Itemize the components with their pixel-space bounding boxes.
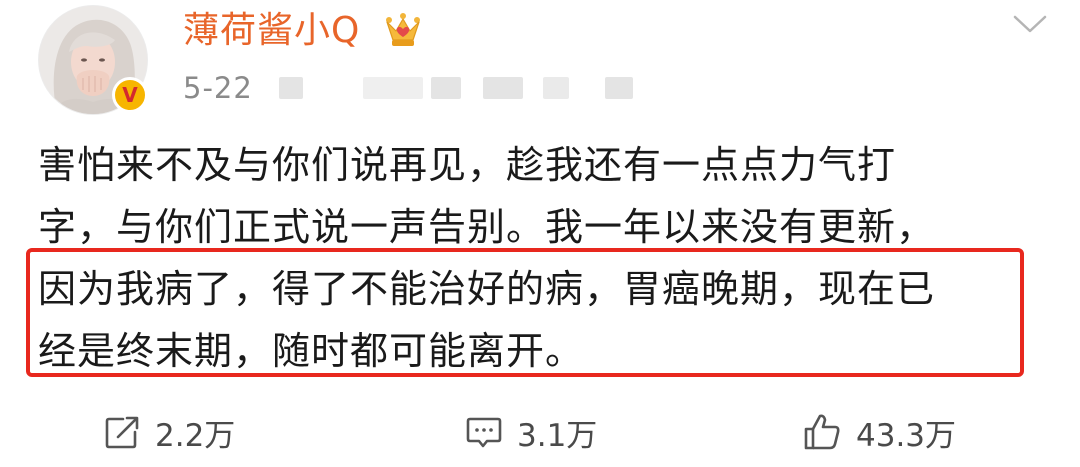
avatar-container[interactable]: V xyxy=(38,5,148,115)
post-text-line: 害怕来不及与你们说再见，趁我还有一点点力气打 xyxy=(38,143,897,187)
like-count: 43.3万 xyxy=(856,417,957,454)
redacted-meta xyxy=(542,77,569,99)
repost-count: 2.2万 xyxy=(155,417,236,454)
redacted-meta xyxy=(604,77,633,99)
redacted-meta xyxy=(362,77,423,99)
redacted-meta xyxy=(278,77,303,99)
verified-badge-icon: V xyxy=(112,77,148,113)
chevron-down-icon[interactable] xyxy=(1012,12,1048,36)
post-time: 5-22 xyxy=(183,71,253,105)
crown-icon xyxy=(386,13,420,46)
comment-button[interactable]: 3.1万 xyxy=(465,410,597,454)
repost-button[interactable]: 2.2万 xyxy=(103,410,235,454)
action-bar: 2.2万 3.1万 43.3万 xyxy=(0,400,1080,462)
like-icon xyxy=(804,414,840,450)
repost-icon xyxy=(105,416,139,449)
redacted-meta xyxy=(482,77,523,99)
username[interactable]: 薄荷酱小Q xyxy=(183,9,360,53)
redacted-meta xyxy=(430,77,461,99)
highlight-annotation-box xyxy=(26,248,1024,377)
comment-icon xyxy=(466,417,502,448)
post-meta: 5-22 xyxy=(183,68,633,108)
comment-count: 3.1万 xyxy=(517,417,598,454)
like-button[interactable]: 43.3万 xyxy=(802,410,956,454)
